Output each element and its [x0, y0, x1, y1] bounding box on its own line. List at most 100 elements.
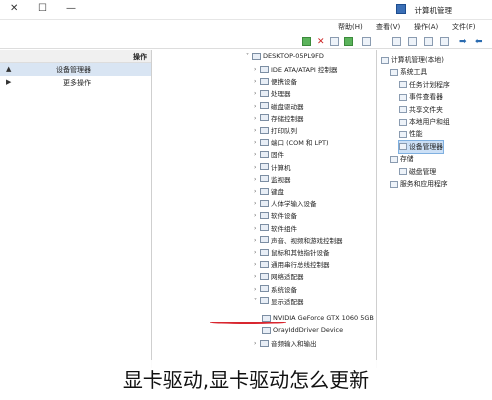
console-item[interactable]: 性能	[399, 128, 423, 140]
tree-category-label: 通用串行总线控制器	[271, 261, 330, 270]
device-category-icon	[260, 138, 269, 146]
back-arrow-icon[interactable]: ⬅	[474, 37, 483, 47]
tree-device-oray-label: OrayIddDriver Device	[273, 326, 344, 334]
tree-category-label: 显示适配器	[271, 297, 304, 306]
actions-header: 操作	[0, 50, 151, 63]
tree-category-label: 网络适配器	[271, 273, 304, 282]
tree-category[interactable]: › 存储控制器	[254, 113, 304, 125]
tree-category[interactable]: › 计算机	[254, 162, 291, 174]
device-category-icon	[260, 175, 269, 183]
collapse-arrow-icon[interactable]: ▲	[6, 65, 11, 73]
console-item[interactable]: 计算机管理(本地)	[381, 54, 444, 66]
device-category-icon	[260, 297, 269, 305]
minimize-window-button[interactable]: —	[66, 3, 76, 14]
action-device-manager-label: 设备管理器	[56, 66, 91, 74]
console-item-selected[interactable]: 设备管理器	[398, 139, 444, 154]
show-hide-tree-icon[interactable]	[424, 37, 433, 46]
uninstall-device-icon[interactable]: ✕	[316, 37, 325, 47]
console-node-icon	[399, 106, 407, 114]
tree-category-label: 系统设备	[271, 285, 297, 294]
console-item-label: 本地用户和组	[409, 118, 450, 126]
window-title: 计算机管理	[414, 6, 453, 15]
tree-category[interactable]: › 键盘	[254, 186, 284, 198]
computer-management-icon	[396, 4, 406, 14]
menu-help[interactable]: 帮助(H)	[338, 22, 363, 32]
console-item[interactable]: 系统工具	[390, 66, 427, 78]
tree-category[interactable]: › 网络适配器	[254, 271, 304, 283]
tree-root[interactable]: ˅ DESKTOP-05PL9FD	[246, 52, 324, 64]
console-item[interactable]: 存储	[390, 153, 414, 165]
console-item-label: 设备管理器	[409, 142, 443, 151]
forward-arrow-icon[interactable]: ➡	[458, 37, 467, 47]
console-node-icon	[399, 143, 407, 151]
tree-category[interactable]: › IDE ATA/ATAPI 控制器	[254, 64, 337, 76]
console-node-icon	[399, 118, 407, 126]
disable-device-icon[interactable]	[330, 37, 339, 46]
tree-category[interactable]: › 软件设备	[254, 210, 297, 222]
tree-category[interactable]: › 通用串行总线控制器	[254, 259, 330, 271]
tree-category-label: IDE ATA/ATAPI 控制器	[271, 66, 338, 74]
tree-category-label: 鼠标和其他指针设备	[271, 249, 330, 257]
console-node-icon	[390, 180, 398, 188]
action-device-manager[interactable]: ▲ 设备管理器	[0, 63, 151, 76]
tree-category[interactable]: ˅ 显示适配器	[254, 296, 304, 308]
tree-category[interactable]: › 鼠标和其他指针设备	[254, 247, 330, 259]
maximize-window-button[interactable]: ☐	[38, 3, 47, 14]
tree-category[interactable]: › 系统设备	[254, 284, 297, 296]
console-item[interactable]: 磁盘管理	[399, 166, 436, 178]
tree-device-oray[interactable]: OrayIddDriver Device	[262, 326, 343, 338]
device-category-icon	[260, 236, 269, 244]
console-item-label: 事件查看器	[409, 93, 443, 102]
tree-category[interactable]: › 处理器	[254, 88, 291, 100]
tree-category[interactable]: › 便携设备	[254, 76, 297, 88]
tree-category-label: 计算机	[271, 163, 291, 172]
tree-category[interactable]: › 固件	[254, 149, 284, 161]
tree-category[interactable]: › 软件组件	[254, 223, 297, 235]
console-item[interactable]: 事件查看器	[399, 91, 443, 103]
scan-hardware-icon[interactable]	[362, 37, 371, 46]
help-icon[interactable]	[392, 37, 401, 46]
menu-action[interactable]: 操作(A)	[414, 22, 438, 32]
device-category-icon	[260, 65, 269, 73]
enable-device-icon[interactable]	[302, 37, 311, 46]
menu-view[interactable]: 查看(V)	[376, 22, 400, 32]
properties-icon[interactable]	[408, 37, 417, 46]
update-driver-icon[interactable]	[344, 37, 353, 46]
console-item[interactable]: 共享文件夹	[399, 104, 443, 116]
tree-category[interactable]: › 端口 (COM 和 LPT)	[254, 137, 329, 149]
console-item[interactable]: 任务计划程序	[399, 79, 450, 91]
tree-category[interactable]: › 磁盘驱动器	[254, 101, 304, 113]
menu-bar: 帮助(H) 查看(V) 操作(A) 文件(F)	[0, 20, 492, 35]
tree-category[interactable]: › 声音、视频和游戏控制器	[254, 235, 343, 247]
console-node-icon	[390, 155, 398, 163]
expand-arrow-icon[interactable]: ▶	[6, 78, 11, 86]
console-node-icon	[381, 56, 389, 64]
device-category-icon	[260, 102, 269, 110]
console-item[interactable]: 服务和应用程序	[390, 178, 448, 190]
console-item-label: 计算机管理(本地)	[391, 56, 444, 64]
tree-category[interactable]: › 人体学输入设备	[254, 198, 317, 210]
console-node-icon	[399, 168, 407, 176]
tree-category-audio-io[interactable]: › 音频输入和输出	[254, 338, 317, 350]
tree-category-label: 声音、视频和游戏控制器	[271, 236, 343, 245]
console-node-icon	[390, 68, 398, 76]
console-item[interactable]: 本地用户和组	[399, 116, 450, 128]
menu-file[interactable]: 文件(F)	[452, 22, 476, 32]
action-more-actions[interactable]: ▶ 更多操作	[0, 76, 151, 89]
console-item-label: 磁盘管理	[409, 167, 437, 176]
tree-category-label: 便携设备	[271, 78, 297, 87]
tree-device-gpu[interactable]: ›NVIDIA GeForce GTX 1060 5GB	[262, 314, 374, 326]
action-more-actions-label: 更多操作	[63, 79, 91, 87]
device-category-icon	[260, 248, 269, 256]
device-category-icon	[260, 260, 269, 268]
close-window-button[interactable]: ✕	[10, 3, 18, 14]
device-category-icon	[260, 150, 269, 158]
device-category-icon	[260, 272, 269, 280]
tree-category-label: 端口 (COM 和 LPT)	[271, 139, 329, 148]
up-level-icon[interactable]	[440, 37, 449, 46]
tree-category-label: 打印队列	[271, 127, 297, 135]
tree-category[interactable]: › 监视器	[254, 174, 291, 186]
tree-category[interactable]: › 打印队列	[254, 125, 297, 137]
device-category-icon	[260, 187, 269, 195]
console-item-label: 系统工具	[400, 68, 428, 77]
